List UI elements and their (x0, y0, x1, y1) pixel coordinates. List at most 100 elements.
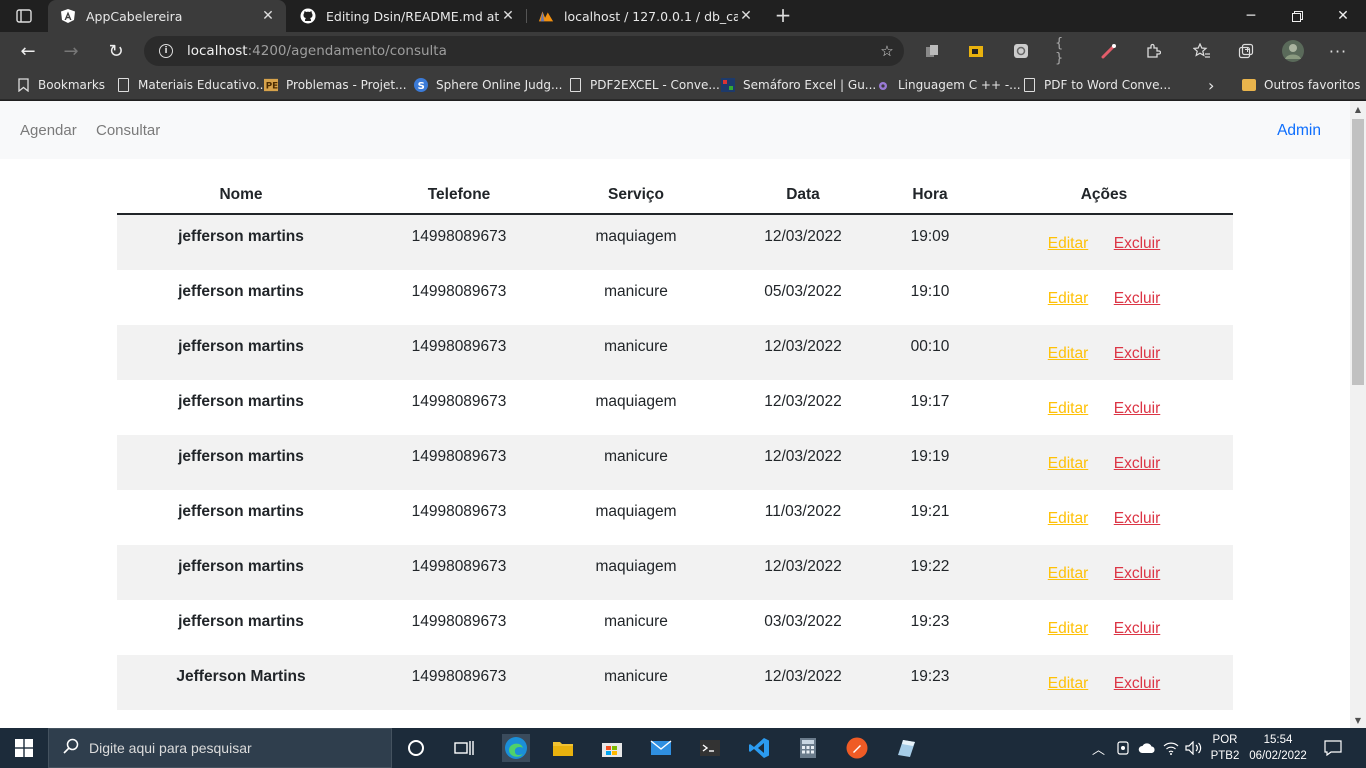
edit-link[interactable]: Editar (1048, 455, 1089, 473)
wifi-icon[interactable] (1163, 728, 1179, 768)
collections-icon[interactable] (1236, 41, 1256, 61)
delete-link[interactable]: Excluir (1114, 620, 1161, 638)
table-row: jefferson martins 14998089673 manicure 03/0… (117, 600, 1233, 655)
scroll-down-icon[interactable]: ▼ (1350, 712, 1366, 728)
bookmark-item[interactable]: PE Problemas - Projet... (264, 76, 407, 94)
edit-link[interactable]: Editar (1048, 345, 1089, 363)
profile-avatar[interactable] (1281, 39, 1305, 63)
close-icon[interactable]: ✕ (500, 8, 516, 24)
other-favorites-folder[interactable]: Outros favoritos (1242, 76, 1360, 94)
edit-link[interactable]: Editar (1048, 290, 1089, 308)
input-language-indicator[interactable]: POR PTB2 (1207, 732, 1243, 764)
tray-app-icon[interactable] (1116, 728, 1130, 768)
bookmark-item[interactable]: S Sphere Online Judg... (414, 76, 562, 94)
forward-icon[interactable]: → (57, 37, 85, 65)
bookmark-icon (16, 78, 30, 92)
cell-nome: jefferson martins (178, 558, 304, 575)
bookmarks-overflow-chevron-icon[interactable]: › (1208, 76, 1214, 95)
tab-github[interactable]: Editing Dsin/README.md at main ✕ (288, 0, 526, 32)
taskbar-search-input[interactable]: Digite aqui para pesquisar (48, 728, 392, 768)
delete-link[interactable]: Excluir (1114, 345, 1161, 363)
cell-data: 05/03/2022 (764, 283, 842, 300)
delete-link[interactable]: Excluir (1114, 290, 1161, 308)
page-scrollbar[interactable]: ▲ ▼ (1350, 101, 1366, 728)
tab-phpmyadmin[interactable]: localhost / 127.0.0.1 / db_cabelereira ✕ (526, 0, 764, 32)
bookmark-item[interactable]: Linguagem C ++ -... (876, 76, 1021, 94)
appointments-table: Nome Telefone Serviço Data Hora Ações je… (117, 181, 1233, 710)
favorites-icon[interactable] (1192, 41, 1212, 61)
minimize-icon[interactable]: ─ (1228, 0, 1274, 32)
edit-link[interactable]: Editar (1048, 620, 1089, 638)
edit-link[interactable]: Editar (1048, 565, 1089, 583)
add-favorite-icon[interactable]: ☆ (878, 42, 896, 60)
collections-icon[interactable] (922, 41, 942, 61)
svg-text:S: S (418, 81, 425, 92)
restore-icon[interactable] (1274, 0, 1320, 32)
edit-link[interactable]: Editar (1048, 235, 1089, 253)
edit-link[interactable]: Editar (1048, 510, 1089, 528)
delete-link[interactable]: Excluir (1114, 510, 1161, 528)
cortana-icon[interactable] (404, 736, 428, 760)
vscode-icon[interactable] (747, 736, 771, 760)
file-explorer-icon[interactable] (551, 736, 575, 760)
close-icon[interactable]: ✕ (738, 8, 754, 24)
scroll-thumb[interactable] (1352, 119, 1364, 385)
cell-hora: 19:21 (910, 503, 950, 520)
more-options-icon[interactable]: ··· (1328, 41, 1348, 61)
bookmark-item[interactable]: PDF to Word Conve... (1022, 76, 1171, 94)
edit-link[interactable]: Editar (1048, 400, 1089, 418)
system-clock[interactable]: 15:54 06/02/2022 (1246, 732, 1310, 764)
table-header: Nome Telefone Serviço Data Hora Ações (117, 181, 1233, 215)
app-icon[interactable] (894, 736, 918, 760)
show-hidden-icons-chevron-icon[interactable]: ︿ (1092, 728, 1105, 768)
calculator-icon[interactable] (796, 736, 820, 760)
extension-icon[interactable] (1011, 41, 1031, 61)
nav-admin-link[interactable]: Admin (1277, 122, 1321, 140)
volume-icon[interactable] (1185, 728, 1203, 768)
microsoft-store-icon[interactable] (600, 736, 624, 760)
onedrive-icon[interactable] (1138, 728, 1156, 768)
site-info-icon[interactable]: i (159, 44, 173, 58)
delete-link[interactable]: Excluir (1114, 455, 1161, 473)
delete-link[interactable]: Excluir (1114, 235, 1161, 253)
cell-hora: 19:23 (910, 613, 950, 630)
delete-link[interactable]: Excluir (1114, 400, 1161, 418)
nav-agendar-link[interactable]: Agendar (20, 122, 77, 139)
cell-hora: 19:09 (910, 228, 950, 245)
window-close-icon[interactable]: ✕ (1320, 0, 1366, 32)
column-header-telefone: Telefone (427, 186, 491, 203)
doc-icon (568, 78, 582, 92)
terminal-icon[interactable] (698, 736, 722, 760)
bookmark-item[interactable]: PDF2EXCEL - Conve... (568, 76, 720, 94)
language-code: POR (1212, 734, 1238, 746)
back-icon[interactable]: ← (14, 37, 42, 65)
extensions-puzzle-icon[interactable] (1143, 41, 1163, 61)
tab-appcabelereira[interactable]: AppCabelereira ✕ (48, 0, 286, 32)
refresh-icon[interactable]: ↻ (102, 37, 130, 65)
task-view-icon[interactable] (452, 736, 476, 760)
bookmark-item[interactable]: Semáforo Excel | Gu... (721, 76, 876, 94)
close-icon[interactable]: ✕ (260, 8, 276, 24)
scroll-up-icon[interactable]: ▲ (1350, 101, 1366, 117)
edge-icon[interactable] (502, 734, 530, 762)
edit-link[interactable]: Editar (1048, 675, 1089, 693)
json-extension-icon[interactable]: { } (1055, 36, 1075, 66)
clock-time: 15:54 (1263, 734, 1293, 746)
address-bar[interactable]: i localhost:4200/agendamento/consulta ☆ (144, 36, 904, 66)
mail-icon[interactable] (649, 736, 673, 760)
sphere-icon: S (414, 78, 428, 92)
bookmark-item[interactable]: Bookmarks (16, 76, 105, 94)
extension-icon[interactable] (966, 41, 986, 61)
bookmark-item[interactable]: Materiais Educativo... (116, 76, 267, 94)
nav-consultar-link[interactable]: Consultar (96, 122, 160, 139)
extension-icon[interactable] (1099, 41, 1119, 61)
postman-icon[interactable] (845, 736, 869, 760)
notification-center-icon[interactable] (1324, 728, 1342, 768)
column-header-hora: Hora (912, 186, 948, 203)
delete-link[interactable]: Excluir (1114, 565, 1161, 583)
new-tab-icon[interactable]: + (772, 3, 794, 27)
delete-link[interactable]: Excluir (1114, 675, 1161, 693)
cell-nome: jefferson martins (178, 228, 304, 245)
tab-actions-icon[interactable] (8, 6, 40, 26)
windows-start-icon[interactable] (0, 728, 48, 768)
